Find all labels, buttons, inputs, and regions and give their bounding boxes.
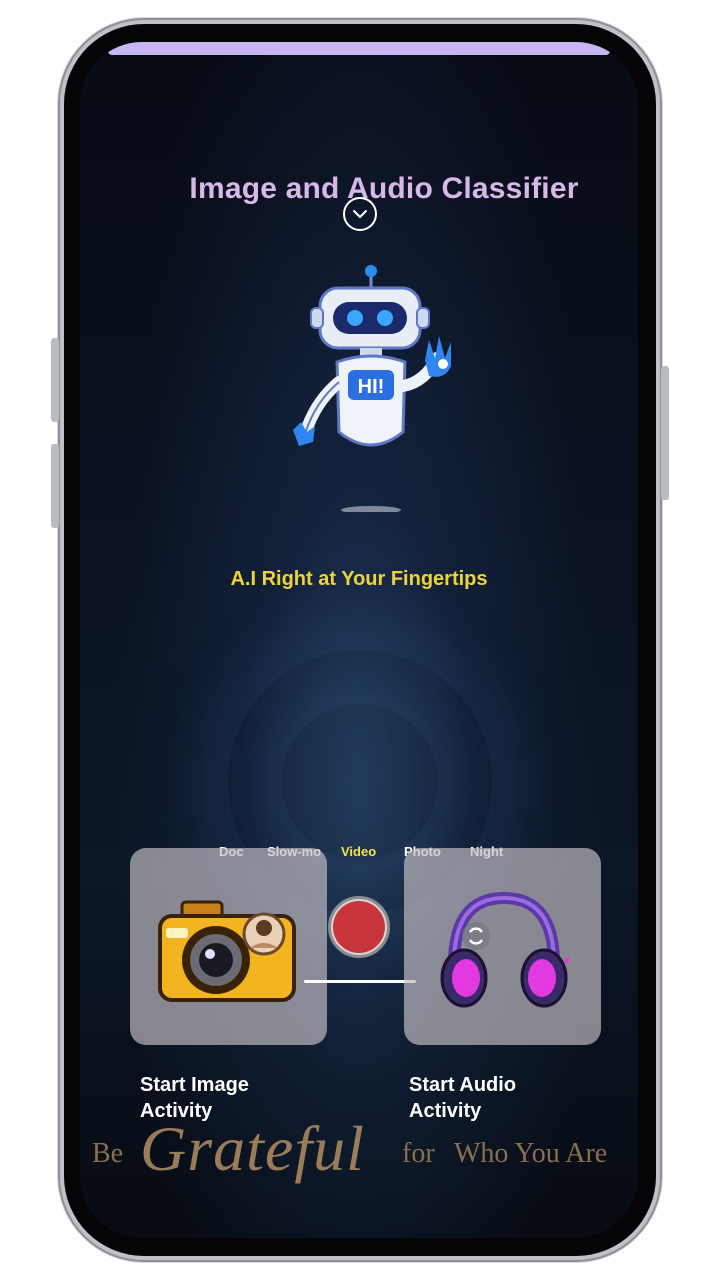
phone-screen: Image and Audio Classifier HI! A.I Right… [80,42,638,1238]
quote-rest: Who You Are [454,1138,608,1169]
zoom-indicator [304,980,416,983]
image-activity-card[interactable] [130,848,327,1045]
record-button-core [333,901,385,953]
volume-up-button [51,338,59,422]
mode-video[interactable]: Video [341,844,376,859]
headphones-icon [440,891,570,1008]
status-strip [108,42,610,55]
quote-for: for [402,1138,435,1169]
record-button[interactable] [328,896,390,958]
camera-icon [158,900,296,1002]
chevron-down-icon [353,210,367,218]
quote-script: Grateful [140,1113,365,1184]
expand-button[interactable] [343,197,377,231]
volume-down-button [51,444,59,528]
robot-icon: HI! [293,265,451,512]
robot-badge: HI! [358,376,385,398]
quote-watermark: Be Grateful for Who You Are [80,1112,638,1222]
audio-activity-card[interactable] [404,848,601,1045]
quote-be: Be [92,1138,124,1169]
power-button [661,366,669,500]
tagline: A.I Right at Your Fingertips [230,568,488,590]
